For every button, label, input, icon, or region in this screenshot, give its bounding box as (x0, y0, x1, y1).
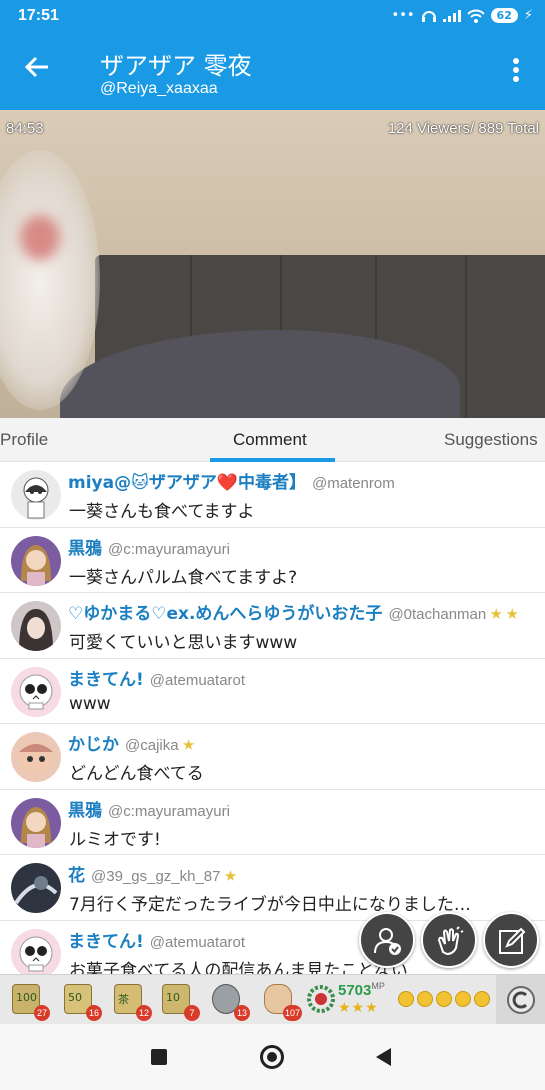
gift-bar: 100 27 50 16 茶 12 10 7 13 107 5703MP ★★★ (0, 974, 545, 1025)
comment-list[interactable]: miya@🐱ザアザア❤️中毒者】 @matenrom 一葵さんも食べてますよ 黒鴉… (0, 462, 545, 974)
comment-author[interactable]: 花 @39_gs_gz_kh_87 (68, 861, 237, 886)
coin-icon (455, 991, 471, 1007)
tab-suggestions[interactable]: Suggestions (444, 430, 538, 450)
battery-indicator: 62 (490, 8, 518, 23)
charging-icon: ⚡ (523, 8, 533, 23)
tab-comment[interactable]: Comment (233, 430, 307, 450)
star-rating: ★★★ (338, 1000, 379, 1016)
comment-text: www (69, 693, 111, 714)
c-coin-icon (507, 986, 535, 1014)
overflow-menu-icon[interactable] (513, 58, 519, 85)
follow-user-button[interactable] (359, 912, 415, 968)
level-badge-icon (307, 985, 335, 1013)
comment-handle: @cajika (125, 737, 179, 754)
comment-text: ルミオです! (69, 829, 161, 850)
coin-icon (474, 991, 490, 1007)
comment-author[interactable]: まきてん! @atemuatarot (68, 665, 245, 690)
comment-handle: @c:mayuramayuri (108, 802, 230, 820)
comment-row[interactable]: 黒鴉 @c:mayuramayuri ルミオです! (0, 789, 545, 855)
user-check-icon (374, 928, 401, 955)
comment-handle: @atemuatarot (149, 671, 246, 689)
avatar[interactable] (11, 732, 61, 782)
coin-icon (436, 991, 452, 1007)
comment-author[interactable]: 黒鴉 @c:mayuramayuri (68, 534, 230, 559)
comment-author[interactable]: かじか @cajika (68, 730, 195, 755)
comment-handle: @matenrom (311, 475, 395, 492)
tab-profile[interactable]: Profile (0, 430, 48, 450)
coin-icon (398, 991, 414, 1007)
gift-count: 13 (234, 1005, 250, 1021)
comment-row[interactable]: まきてん! @atemuatarot www (0, 658, 545, 724)
gift-count: 16 (86, 1005, 102, 1021)
applause-button[interactable] (421, 912, 477, 968)
comment-row[interactable]: 黒鴉 @c:mayuramayuri 一葵さんパルム食べてますよ? (0, 527, 545, 593)
write-comment-button[interactable] (483, 912, 539, 968)
page-subtitle: @Reiya_xaaxaa (100, 80, 218, 97)
comment-author[interactable]: 黒鴉 @c:mayuramayuri (68, 796, 230, 821)
headphones-icon (421, 10, 436, 22)
comment-text: 一葵さんも食べてますよ (69, 502, 255, 522)
video-player[interactable]: 84:53 124 Viewers/ 889 Total (0, 110, 545, 418)
gift-count: 12 (136, 1005, 152, 1021)
comment-handle: @0tachanman (388, 606, 487, 623)
comment-handle: @c:mayuramayuri (108, 540, 230, 558)
system-nav-bar (0, 1024, 545, 1090)
elapsed-time: 84:53 (6, 120, 44, 137)
comment-author[interactable]: miya@🐱ザアザア❤️中毒者】 @matenrom (68, 468, 395, 493)
gift-item[interactable]: 107 (262, 981, 302, 1021)
gift-count: 7 (184, 1005, 200, 1021)
coin-icon (417, 991, 433, 1007)
avatar[interactable] (11, 535, 61, 586)
comment-text: 7月行く予定だったライブが今日中止になりました… (69, 895, 471, 915)
avatar[interactable] (11, 863, 61, 913)
comment-text: 一葵さんパルム食べてますよ? (69, 567, 298, 588)
back-arrow-icon[interactable] (24, 54, 50, 80)
comment-handle: @atemuatarot (149, 933, 246, 951)
currency-button[interactable] (496, 975, 545, 1025)
wifi-icon (466, 9, 485, 23)
status-bar: 17:51 ••• 62 ⚡ (0, 0, 545, 34)
comment-text: 可愛くていいと思いますwww (69, 633, 298, 653)
gift-item[interactable]: 107 (160, 981, 200, 1021)
comment-row[interactable]: ♡ゆかまる♡ex.めんへらゆうがいおた子 @0tachanman 可愛くていいと思… (0, 593, 545, 659)
comment-handle: @39_gs_gz_kh_87 (91, 868, 221, 885)
system-icons: ••• 62 ⚡ (392, 8, 533, 23)
comment-author[interactable]: ♡ゆかまる♡ex.めんへらゆうがいおた子 @0tachanman (68, 599, 518, 624)
comment-author[interactable]: まきてん! @atemuatarot (68, 927, 245, 952)
back-icon[interactable] (376, 1048, 391, 1066)
avatar[interactable] (11, 601, 61, 651)
comment-text: お菓子食べてる人の配信あんま見たことない (69, 960, 408, 975)
avatar[interactable] (11, 666, 61, 717)
clap-icon (437, 926, 464, 956)
gift-item[interactable]: 13 (210, 981, 250, 1021)
gift-item[interactable]: 茶 12 (112, 981, 152, 1021)
star-badge-icon (490, 608, 502, 619)
avatar[interactable] (11, 470, 61, 520)
clock: 17:51 (18, 7, 59, 24)
avatar[interactable] (11, 928, 61, 974)
comment-row[interactable]: かじか @cajika どんどん食べてる (0, 724, 545, 790)
comment-row[interactable]: 花 @39_gs_gz_kh_87 7月行く予定だったライブが今日中止になりました… (0, 855, 545, 921)
recents-icon[interactable] (151, 1049, 167, 1065)
page-title: ザアザア 零夜 (100, 52, 252, 80)
signal-icon (442, 9, 461, 22)
points-value: 5703MP (338, 981, 385, 999)
comment-row[interactable]: miya@🐱ザアザア❤️中毒者】 @matenrom 一葵さんも食べてますよ (0, 462, 545, 528)
gift-item[interactable]: 100 27 (10, 981, 50, 1021)
more-dots-icon: ••• (391, 8, 415, 23)
star-badge-icon (182, 739, 195, 750)
pencil-icon (499, 927, 526, 954)
comment-text: どんどん食べてる (69, 764, 204, 784)
home-icon[interactable] (260, 1045, 284, 1069)
gift-count: 27 (34, 1005, 50, 1021)
star-badge-icon (224, 870, 237, 881)
star-badge-icon (506, 608, 518, 619)
gift-count: 107 (282, 1005, 302, 1021)
viewer-count: 124 Viewers/ 889 Total (387, 120, 539, 137)
tab-bar: Profile Comment Suggestions (0, 418, 545, 462)
app-bar: ザアザア 零夜 @Reiya_xaaxaa (0, 34, 545, 110)
avatar[interactable] (11, 797, 61, 848)
gift-item[interactable]: 50 16 (62, 981, 102, 1021)
